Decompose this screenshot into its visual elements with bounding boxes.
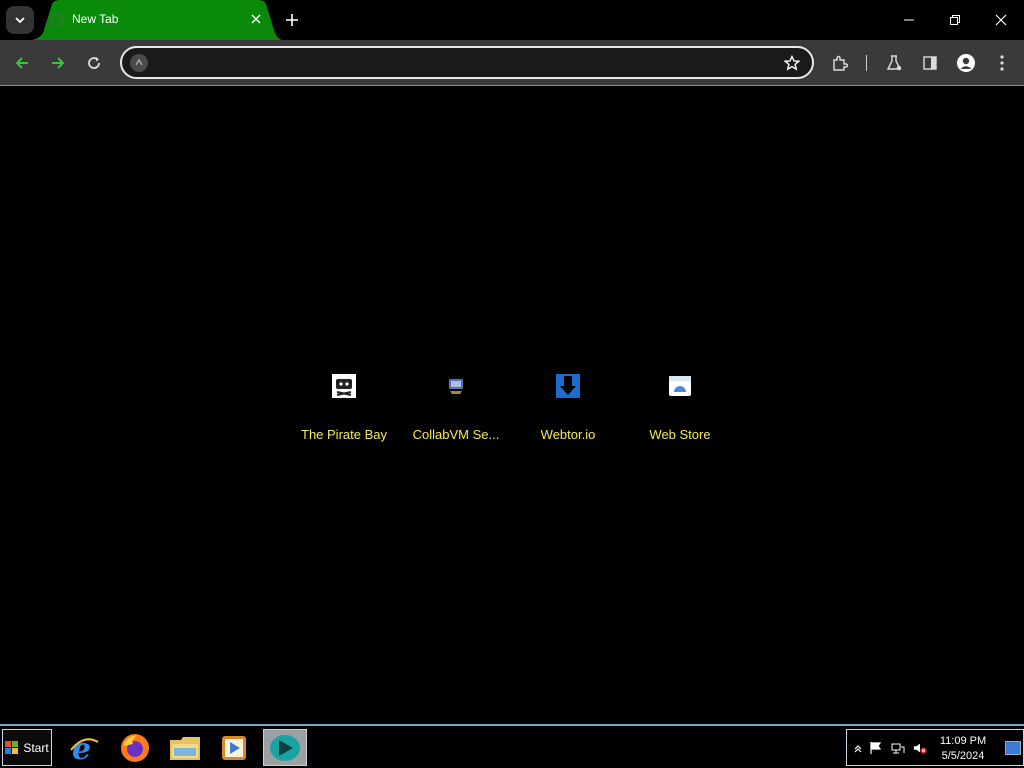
shortcut-label: Webtor.io bbox=[540, 427, 596, 442]
side-panel-icon bbox=[923, 56, 937, 70]
search-engine-icon bbox=[130, 54, 148, 72]
media-player-icon bbox=[222, 735, 246, 760]
flask-icon bbox=[886, 55, 902, 71]
tab-title: New Tab bbox=[72, 12, 119, 26]
taskbar-app-firefox[interactable] bbox=[113, 729, 157, 766]
webtor-icon bbox=[556, 374, 580, 398]
reload-button[interactable] bbox=[80, 49, 108, 77]
close-window-button[interactable] bbox=[985, 4, 1017, 36]
toolbar-separator bbox=[866, 55, 867, 71]
kebab-menu-icon bbox=[1000, 55, 1004, 71]
browser-toolbar bbox=[0, 40, 1024, 86]
arrow-left-icon bbox=[15, 57, 28, 69]
shortcut-tile[interactable]: The Pirate Bay bbox=[288, 362, 400, 452]
extensions-button[interactable] bbox=[826, 49, 854, 77]
minimize-icon bbox=[904, 19, 914, 21]
start-label: Start bbox=[23, 740, 49, 755]
globe-icon bbox=[50, 13, 64, 27]
avatar-icon bbox=[957, 54, 975, 72]
taskbar-app-file-explorer[interactable] bbox=[163, 729, 207, 766]
taskbar: Start e 11:09 PM 5/5/2024 bbox=[0, 724, 1024, 768]
action-center-icon[interactable] bbox=[869, 741, 883, 755]
collabvm-icon bbox=[449, 379, 463, 394]
file-explorer-icon bbox=[170, 736, 200, 760]
new-tab-button[interactable] bbox=[281, 9, 303, 31]
windows-logo-icon bbox=[5, 740, 19, 754]
volume-muted-icon[interactable] bbox=[913, 741, 927, 755]
menu-button[interactable] bbox=[988, 49, 1016, 77]
taskbar-app-internet-explorer[interactable]: e bbox=[62, 729, 106, 766]
forward-button[interactable] bbox=[44, 49, 72, 77]
start-button[interactable]: Start bbox=[2, 729, 52, 766]
minimize-button[interactable] bbox=[893, 4, 925, 36]
side-panel-button[interactable] bbox=[916, 49, 944, 77]
shortcut-tile[interactable]: Web Store bbox=[624, 362, 736, 452]
taskbar-app-media-player[interactable] bbox=[212, 729, 256, 766]
taskbar-app-active[interactable] bbox=[263, 729, 307, 766]
bookmark-star-icon[interactable] bbox=[782, 53, 802, 73]
chevron-up-icon bbox=[854, 745, 862, 753]
clock-date: 5/5/2024 bbox=[941, 750, 985, 762]
address-bar[interactable] bbox=[120, 46, 814, 79]
labs-button[interactable] bbox=[880, 49, 908, 77]
clock[interactable]: 11:09 PM 5/5/2024 bbox=[933, 734, 993, 764]
chevron-down-icon bbox=[15, 17, 25, 24]
pirate-bay-icon bbox=[332, 374, 356, 398]
tab-background bbox=[32, 0, 282, 40]
shortcut-label: CollabVM Se... bbox=[412, 427, 500, 442]
tab-search-button[interactable] bbox=[6, 6, 34, 34]
shortcut-label: Web Store bbox=[649, 427, 711, 442]
network-icon bbox=[891, 743, 905, 754]
shortcut-tile[interactable]: CollabVM Se... bbox=[400, 362, 512, 452]
web-store-icon bbox=[669, 376, 691, 396]
new-tab-page: The Pirate Bay CollabVM Se... Webtor.io … bbox=[0, 87, 1024, 724]
reload-icon bbox=[88, 57, 100, 69]
plus-icon bbox=[286, 14, 298, 26]
chrome-app-icon bbox=[270, 734, 300, 761]
firefox-icon bbox=[121, 733, 149, 762]
arrow-right-icon bbox=[52, 57, 65, 69]
back-button[interactable] bbox=[8, 49, 36, 77]
svg-text:e: e bbox=[72, 732, 91, 764]
puzzle-icon bbox=[833, 55, 849, 71]
clock-time: 11:09 PM bbox=[939, 735, 987, 747]
show-desktop-button[interactable] bbox=[1005, 741, 1021, 755]
close-icon bbox=[995, 14, 1007, 26]
restore-icon bbox=[950, 15, 960, 25]
address-input[interactable] bbox=[156, 53, 756, 73]
profile-button[interactable] bbox=[952, 49, 980, 77]
network-icon[interactable] bbox=[891, 741, 905, 755]
shortcut-tile[interactable]: Webtor.io bbox=[512, 362, 624, 452]
flag-icon bbox=[870, 742, 882, 754]
speaker-muted-icon bbox=[913, 743, 927, 754]
show-hidden-icons-button[interactable] bbox=[851, 741, 865, 755]
system-tray: 11:09 PM 5/5/2024 bbox=[846, 729, 1024, 766]
tab-strip: New Tab bbox=[0, 0, 1024, 40]
restore-button[interactable] bbox=[939, 4, 971, 36]
close-tab-icon[interactable] bbox=[248, 11, 264, 27]
internet-explorer-icon: e bbox=[70, 732, 99, 764]
tab-new-tab[interactable]: New Tab bbox=[32, 0, 282, 40]
shortcut-label: The Pirate Bay bbox=[301, 427, 387, 442]
